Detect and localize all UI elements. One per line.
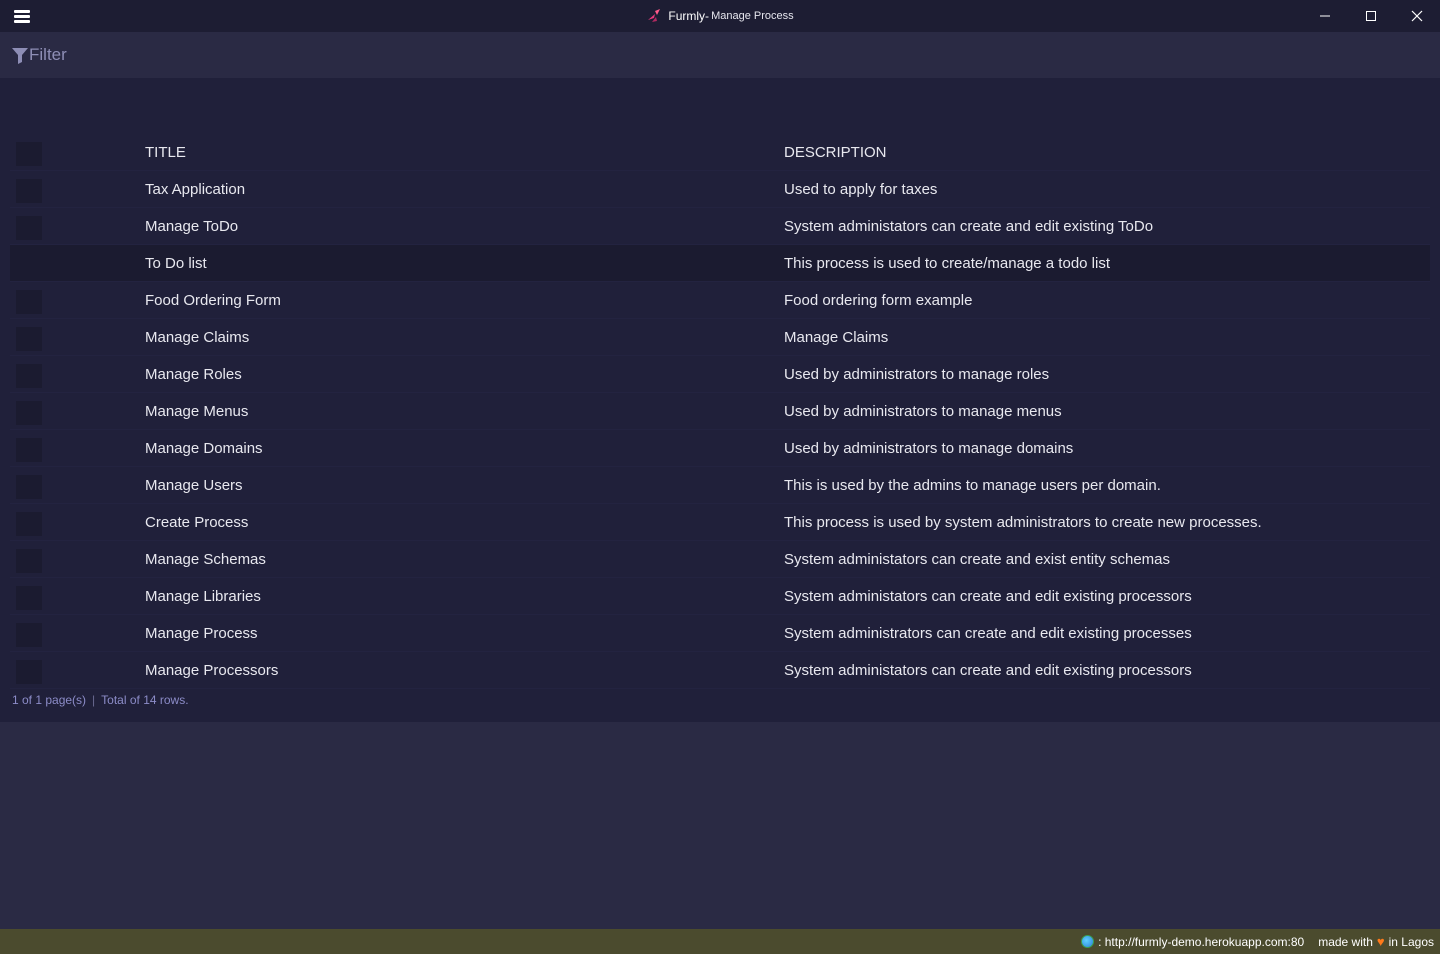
row-title: Manage Users	[145, 477, 243, 494]
row-title: Manage Menus	[145, 403, 249, 420]
row-description: System administators can create and exis…	[784, 551, 1171, 568]
row-description: Used by administrators to manage roles	[784, 366, 1050, 383]
window-title: Furmly- Manage Process	[0, 0, 1440, 32]
made-with-label: made with	[1318, 934, 1373, 949]
row-title: Manage Roles	[145, 366, 242, 383]
row-checkbox[interactable]	[16, 253, 42, 277]
filter-funnel-icon	[12, 47, 28, 64]
row-description: This process is used by system administr…	[784, 514, 1262, 531]
row-checkbox[interactable]	[16, 475, 42, 499]
row-checkbox[interactable]	[16, 179, 42, 203]
row-description: System administrators can create and edi…	[784, 625, 1192, 642]
select-all-checkbox[interactable]	[16, 142, 42, 166]
table-row[interactable]: Manage Roles Used by administrators to m…	[10, 356, 1430, 393]
table-row[interactable]: Manage Schemas System administators can …	[10, 541, 1430, 578]
maximize-button[interactable]	[1348, 0, 1394, 32]
minimize-icon	[1320, 15, 1330, 17]
table-row[interactable]: Tax Application Used to apply for taxes	[10, 171, 1430, 208]
row-description: Food ordering form example	[784, 292, 973, 309]
row-checkbox[interactable]	[16, 364, 42, 388]
row-description: System administators can create and edit…	[784, 588, 1192, 605]
row-title: Manage Domains	[145, 440, 263, 457]
row-title: Food Ordering Form	[145, 292, 281, 309]
location-label: in Lagos	[1388, 934, 1434, 949]
row-description: This is used by the admins to manage use…	[784, 477, 1161, 494]
row-title: Manage Claims	[145, 329, 250, 346]
row-description: System administators can create and edit…	[784, 218, 1154, 235]
table-row[interactable]: Manage Process System administrators can…	[10, 615, 1430, 652]
table-row[interactable]: Manage ToDo System administators can cre…	[10, 208, 1430, 245]
globe-icon	[1081, 935, 1095, 948]
row-title: Manage Process	[145, 625, 258, 642]
table-row[interactable]: Manage Libraries System administators ca…	[10, 578, 1430, 615]
title-bar: Furmly- Manage Process	[0, 0, 1440, 32]
row-checkbox[interactable]	[16, 290, 42, 314]
filter-label: Filter	[29, 45, 67, 64]
table-row[interactable]: Create Process This process is used by s…	[10, 504, 1430, 541]
heart-icon: ♥	[1376, 934, 1385, 949]
process-grid: TITLE DESCRIPTION Tax Application Used t…	[10, 134, 1430, 689]
row-title: Manage Processors	[145, 662, 279, 679]
row-description: This process is used to create/manage a …	[784, 255, 1111, 272]
row-description: Used by administrators to manage menus	[784, 403, 1062, 420]
table-row[interactable]: Food Ordering Form Food ordering form ex…	[10, 282, 1430, 319]
pagination-info: 1 of 1 page(s) | Total of 14 rows.	[12, 693, 189, 707]
app-name: Furmly-	[668, 9, 710, 23]
row-title: Manage Libraries	[145, 588, 261, 605]
row-title: To Do list	[145, 255, 207, 272]
row-checkbox[interactable]	[16, 327, 42, 351]
minimize-button[interactable]	[1302, 0, 1348, 32]
close-button[interactable]	[1394, 0, 1440, 32]
maximize-icon	[1366, 11, 1376, 21]
row-checkbox[interactable]	[16, 549, 42, 573]
row-title: Manage ToDo	[145, 218, 239, 235]
table-row[interactable]: Manage Menus Used by administrators to m…	[10, 393, 1430, 430]
row-title: Create Process	[145, 514, 249, 531]
table-header-row: TITLE DESCRIPTION	[10, 134, 1430, 171]
row-checkbox[interactable]	[16, 660, 42, 684]
table-row[interactable]: Manage Processors System administators c…	[10, 652, 1430, 689]
table-row-hovered[interactable]: To Do list This process is used to creat…	[10, 245, 1430, 282]
page-count: 1 of 1 page(s)	[12, 693, 87, 707]
row-checkbox[interactable]	[16, 401, 42, 425]
column-header-title[interactable]: TITLE	[145, 134, 186, 171]
window-subtitle: Manage Process	[711, 10, 794, 22]
close-icon	[1411, 10, 1423, 22]
row-checkbox[interactable]	[16, 512, 42, 536]
row-checkbox[interactable]	[16, 623, 42, 647]
row-description: Used by administrators to manage domains	[784, 440, 1074, 457]
row-checkbox[interactable]	[16, 438, 42, 462]
table-row[interactable]: Manage Users This is used by the admins …	[10, 467, 1430, 504]
row-total: Total of 14 rows.	[101, 693, 189, 707]
filter-bar: Filter	[0, 32, 1440, 78]
row-checkbox[interactable]	[16, 216, 42, 240]
furmly-logo-icon	[648, 9, 661, 22]
row-description: Used to apply for taxes	[784, 181, 938, 198]
row-title: Manage Schemas	[145, 551, 266, 568]
row-title: Tax Application	[145, 181, 246, 198]
row-checkbox[interactable]	[16, 586, 42, 610]
status-bar: : http://furmly-demo.herokuapp.com:80 ma…	[0, 929, 1440, 954]
column-header-description[interactable]: DESCRIPTION	[784, 134, 887, 171]
filter-button[interactable]: Filter	[12, 45, 67, 65]
table-row[interactable]: Manage Claims Manage Claims	[10, 319, 1430, 356]
table-row[interactable]: Manage Domains Used by administrators to…	[10, 430, 1430, 467]
pager-separator: |	[92, 693, 96, 707]
row-description: Manage Claims	[784, 329, 889, 346]
row-description: System administators can create and edit…	[784, 662, 1192, 679]
server-url: : http://furmly-demo.herokuapp.com:80	[1098, 934, 1305, 949]
